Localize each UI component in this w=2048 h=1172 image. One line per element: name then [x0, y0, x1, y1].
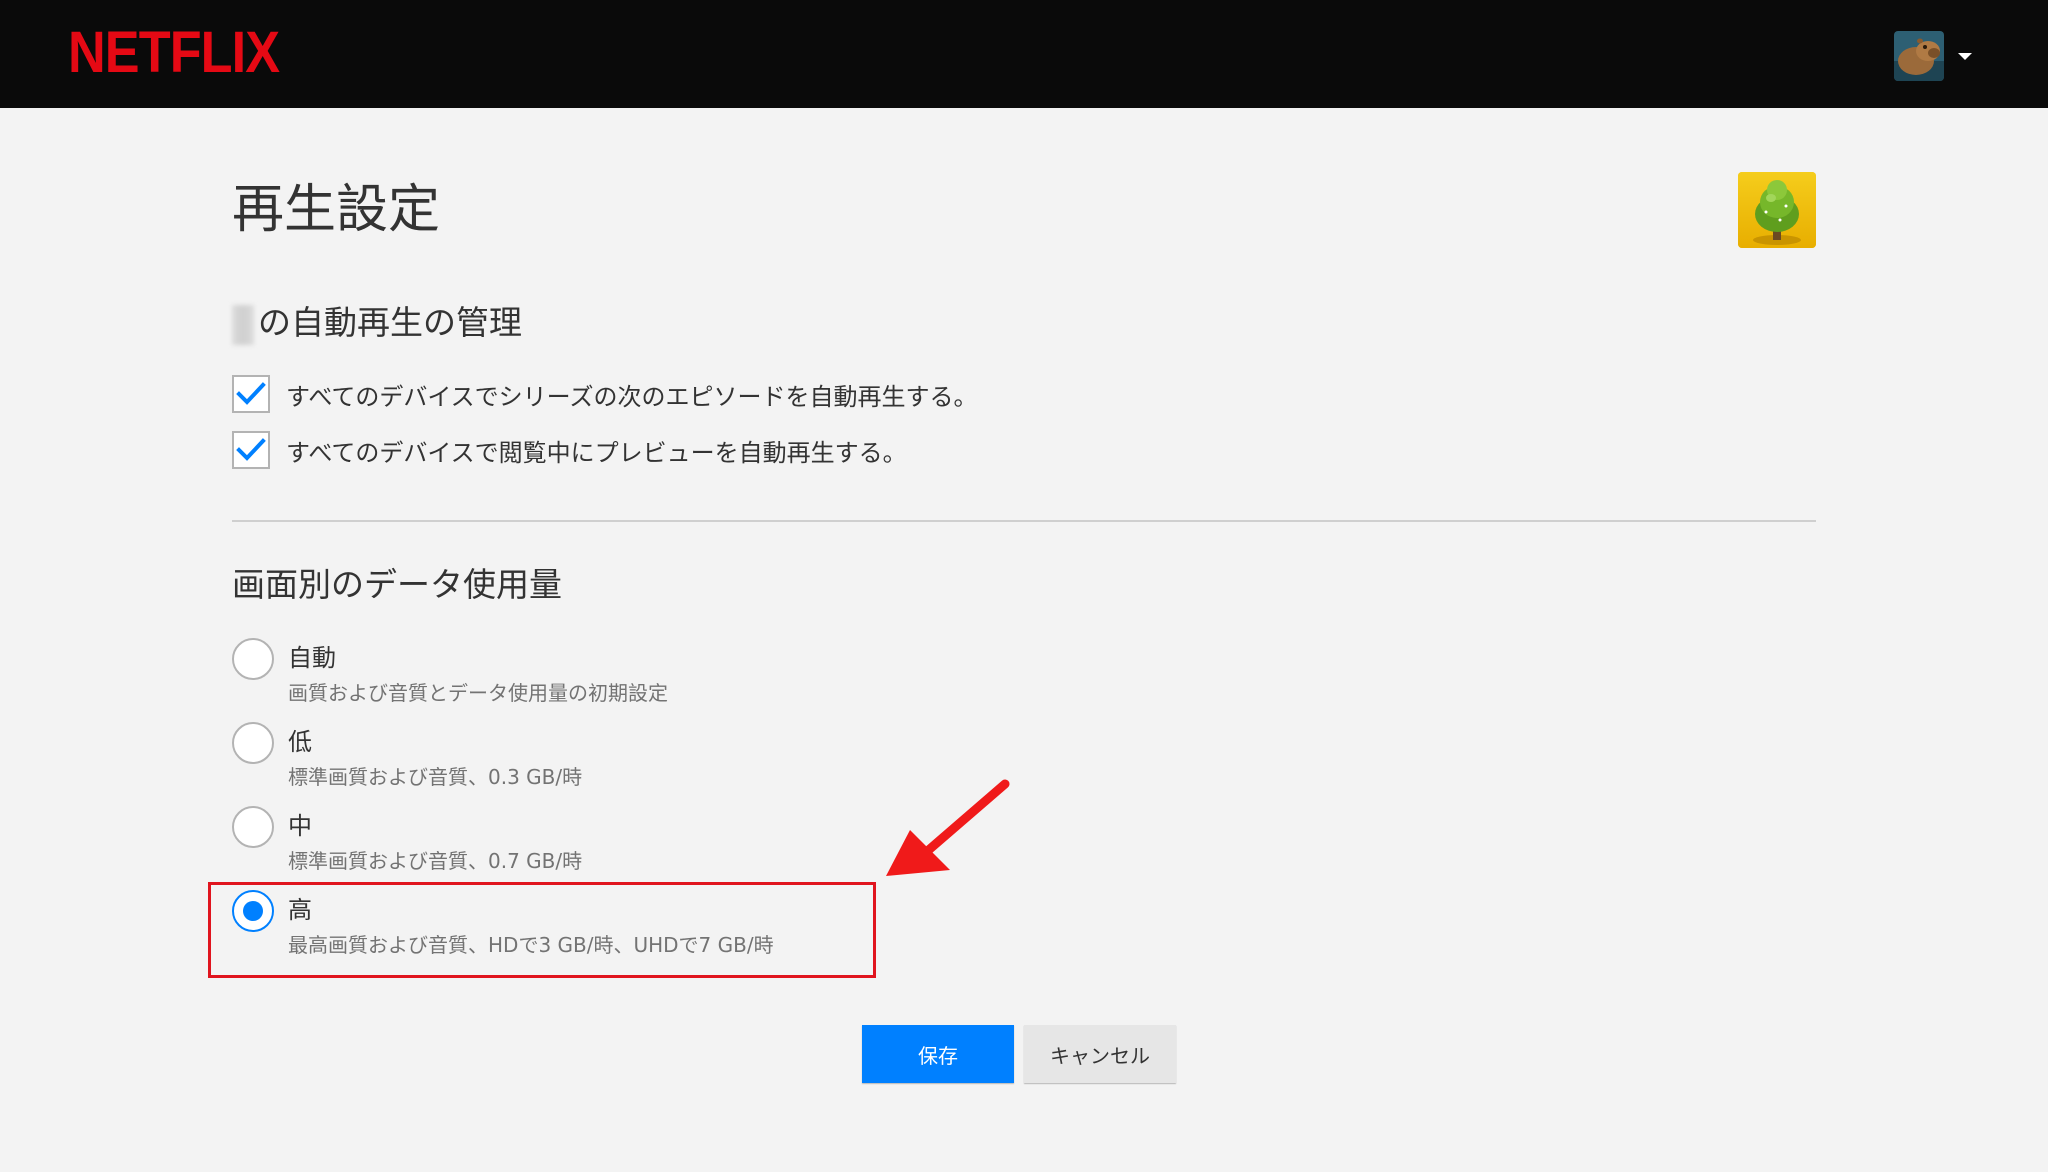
annotation-highlight-box: [208, 882, 876, 978]
checkmark-icon: [236, 438, 266, 461]
tree-avatar-icon: [1738, 172, 1816, 248]
save-button[interactable]: 保存: [862, 1025, 1014, 1083]
data-usage-label-auto: 自動: [288, 644, 336, 672]
autoplay-next-episode-checkbox[interactable]: [232, 375, 270, 413]
account-menu[interactable]: [1894, 30, 1972, 82]
checkmark-icon: [236, 382, 266, 405]
data-usage-radio-auto[interactable]: [232, 638, 274, 680]
cancel-button[interactable]: キャンセル: [1024, 1025, 1176, 1083]
capybara-avatar-icon: [1894, 31, 1944, 81]
top-nav-bar: NETFLIX: [0, 0, 2048, 108]
data-usage-desc-medium: 標準画質および音質、0.7 GB/時: [288, 849, 583, 873]
data-usage-radio-medium[interactable]: [232, 806, 274, 848]
redacted-profile-name: [232, 304, 254, 345]
section-divider: [232, 520, 1816, 522]
autoplay-previews-checkbox[interactable]: [232, 431, 270, 469]
autoplay-previews-label: すべてのデバイスで閲覧中にプレビューを自動再生する。: [286, 438, 907, 467]
data-usage-radio-low[interactable]: [232, 722, 274, 764]
caret-down-icon[interactable]: [1958, 52, 1972, 60]
autoplay-section-title: の自動再生の管理: [232, 298, 522, 348]
data-usage-desc-auto: 画質および音質とデータ使用量の初期設定: [288, 681, 668, 705]
account-avatar[interactable]: [1894, 31, 1944, 81]
autoplay-next-episode-label: すべてのデバイスでシリーズの次のエピソードを自動再生する。: [286, 382, 978, 411]
autoplay-next-episode-row[interactable]: すべてのデバイスでシリーズの次のエピソードを自動再生する。: [232, 373, 977, 415]
page-title: 再生設定: [232, 180, 441, 240]
data-usage-section-title: 画面別のデータ使用量: [232, 565, 562, 604]
data-usage-label-low: 低: [288, 728, 312, 756]
annotation-arrow-icon: [886, 779, 1010, 876]
autoplay-previews-row[interactable]: すべてのデバイスで閲覧中にプレビューを自動再生する。: [232, 429, 907, 471]
profile-avatar: [1738, 172, 1816, 248]
netflix-logo[interactable]: NETFLIX: [68, 20, 280, 86]
data-usage-label-medium: 中: [288, 812, 312, 840]
data-usage-desc-low: 標準画質および音質、0.3 GB/時: [288, 765, 583, 789]
autoplay-title-text: の自動再生の管理: [258, 303, 522, 342]
